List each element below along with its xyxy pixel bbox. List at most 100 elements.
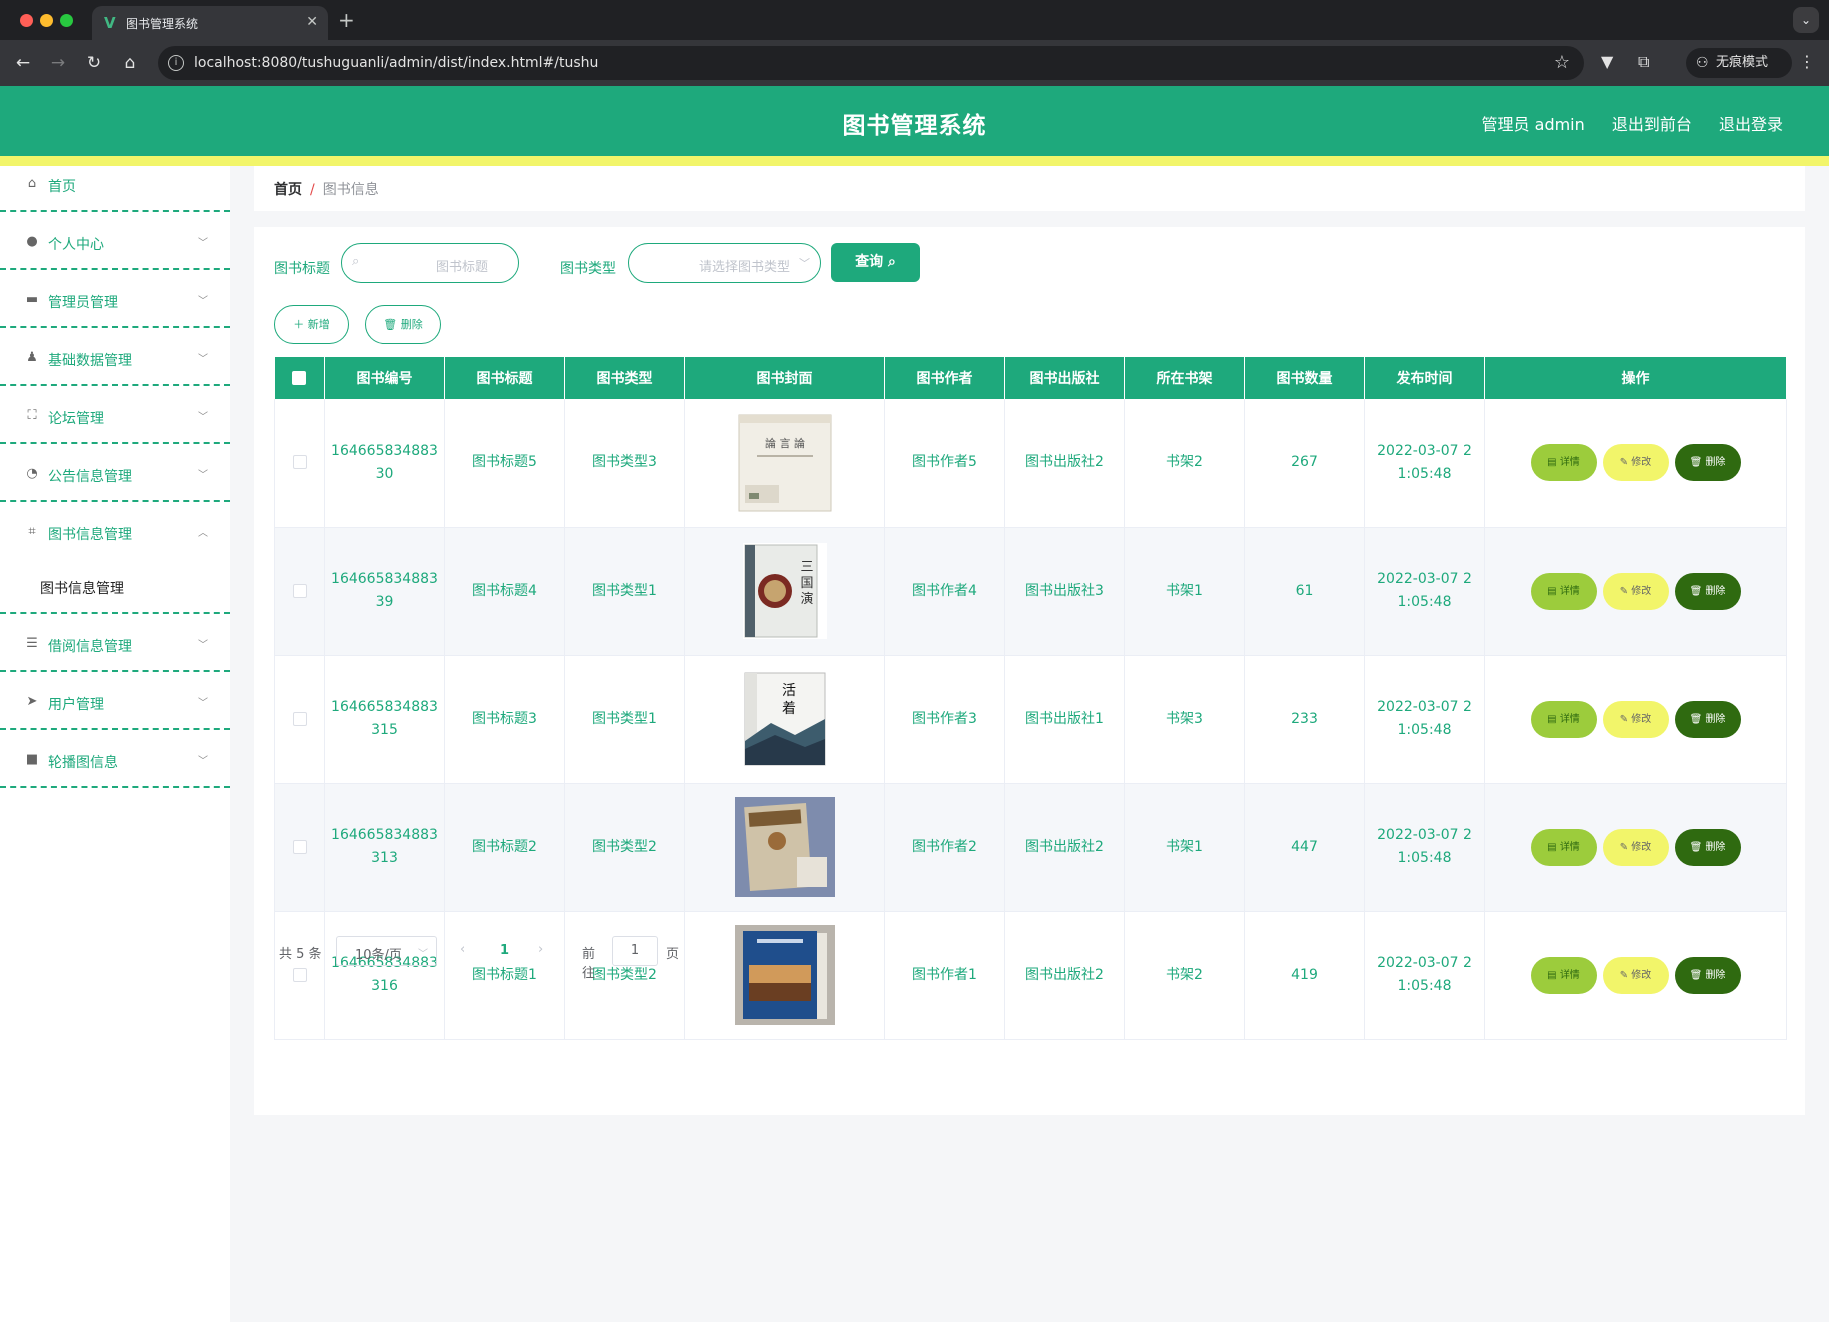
search-icon: ⌕ [888, 254, 896, 270]
bookmark-star-icon[interactable]: ☆ [1554, 52, 1570, 73]
query-button[interactable]: 查询 ⌕ [831, 243, 920, 282]
column-header: 图书封面 [684, 357, 885, 399]
type-select[interactable]: 请选择图书类型 ﹀ [628, 243, 821, 283]
sidebar-item-base-data[interactable]: ♟ 基础数据管理 ﹀ [0, 328, 230, 386]
main-panel: 图书标题 ⌕ 图书标题 图书类型 请选择图书类型 ﹀ 查询 ⌕ ＋ 新增 🗑 删… [254, 227, 1805, 1115]
batch-delete-button[interactable]: 🗑 删除 [365, 305, 441, 344]
edit-button[interactable]: ✎ 修改 [1602, 700, 1669, 738]
row-checkbox[interactable] [292, 839, 307, 854]
edit-label: 修改 [1631, 969, 1652, 981]
browser-tab[interactable]: V 图书管理系统 ✕ [92, 6, 328, 40]
vue-devtools-icon[interactable]: ▼ [1601, 52, 1613, 71]
detail-button[interactable]: ▤ 详情 [1530, 700, 1597, 738]
publish-time-line1: 2022-03-07 2 [1377, 955, 1472, 971]
sidebar: ⌂ 首页 ● 个人中心 ﹀ ▬ 管理员管理 ﹀ ♟ 基础数据管理 ﹀ ⛶ 论坛管… [0, 166, 230, 1322]
add-label: 新增 [307, 318, 330, 331]
incognito-badge[interactable]: ⚇ 无痕模式 [1686, 48, 1792, 78]
delete-button[interactable]: 🗑 删除 [1674, 700, 1741, 738]
home-button-icon[interactable]: ⌂ [119, 52, 141, 74]
pencil-icon: ✎ [1619, 585, 1632, 597]
detail-button[interactable]: ▤ 详情 [1530, 828, 1597, 866]
address-url[interactable]: localhost:8080/tushuguanli/admin/dist/in… [194, 55, 598, 71]
edit-button[interactable]: ✎ 修改 [1602, 956, 1669, 994]
forward-icon[interactable]: → [47, 52, 69, 74]
fullscreen-icon: ⛶ [27, 408, 37, 423]
trash-icon: 🗑 [1689, 457, 1706, 469]
book-id-line1: 164665834883 [331, 699, 438, 715]
edit-button[interactable]: ✎ 修改 [1602, 828, 1669, 866]
edit-label: 修改 [1631, 457, 1652, 469]
sidebar-item-personal-center[interactable]: ● 个人中心 ﹀ [0, 212, 230, 270]
prev-page-icon[interactable]: ‹ [460, 942, 465, 957]
book-id-line1: 164665834883 [331, 442, 438, 459]
next-page-icon[interactable]: › [538, 942, 543, 957]
delete-button[interactable]: 🗑 删除 [1674, 956, 1741, 994]
admin-user-link[interactable]: 管理员 admin [1482, 115, 1585, 134]
sidebar-item-book-info[interactable]: ⌗ 图书信息管理 ︿ [0, 502, 230, 558]
book-cover-image[interactable]: 活着 [735, 669, 835, 769]
sidebar-subitem-book-info[interactable]: 图书信息管理 [0, 558, 230, 614]
delete-button[interactable]: 🗑 删除 [1674, 828, 1741, 866]
logout-link[interactable]: 退出登录 [1719, 115, 1783, 134]
sidebar-item-admin-manage[interactable]: ▬ 管理员管理 ﹀ [0, 270, 230, 328]
book-press-cell: 图书出版社2 [1004, 399, 1125, 528]
select-all-checkbox[interactable] [292, 371, 307, 385]
book-cover-image[interactable]: 三国演 [735, 541, 835, 641]
new-tab-button[interactable]: + [338, 8, 355, 32]
detail-button[interactable]: ▤ 详情 [1530, 956, 1597, 994]
row-checkbox[interactable] [292, 711, 307, 726]
delete-button[interactable]: 🗑 删除 [1674, 572, 1741, 610]
goto-page-input[interactable]: 1 [612, 936, 658, 966]
sidebar-item-notice[interactable]: ◔ 公告信息管理 ﹀ [0, 444, 230, 502]
sidebar-item-forum[interactable]: ⛶ 论坛管理 ﹀ [0, 386, 230, 444]
breadcrumb-separator: / [310, 182, 315, 198]
header-stripe [0, 156, 1829, 166]
site-info-icon[interactable]: i [168, 55, 184, 71]
row-checkbox[interactable] [292, 583, 307, 598]
detail-button[interactable]: ▤ 详情 [1530, 572, 1597, 610]
column-header: 所在书架 [1124, 357, 1245, 399]
back-icon[interactable]: ← [12, 52, 34, 74]
browser-menu-icon[interactable]: ⋮ [1799, 52, 1815, 71]
book-author-cell: 图书作者1 [884, 911, 1005, 1040]
tab-close-icon[interactable]: ✕ [306, 14, 318, 30]
book-cover-cell [684, 783, 885, 912]
window-close-button[interactable] [20, 14, 33, 27]
delete-label: 删除 [1705, 841, 1726, 853]
edit-button[interactable]: ✎ 修改 [1602, 572, 1669, 610]
reload-icon[interactable]: ↻ [83, 52, 105, 74]
book-type-cell: 图书类型3 [564, 399, 685, 528]
row-checkbox[interactable] [292, 455, 307, 470]
select-all-header[interactable] [274, 357, 325, 399]
window-maximize-button[interactable] [60, 14, 73, 27]
tab-search-button[interactable]: ⌄ [1793, 7, 1819, 33]
sidebar-item-borrow[interactable]: ☰ 借阅信息管理 ﹀ [0, 614, 230, 672]
detail-button[interactable]: ▤ 详情 [1530, 444, 1597, 482]
user-icon: ● [26, 234, 38, 249]
sidebar-item-label: 轮播图信息 [48, 755, 118, 771]
book-cover-image[interactable] [734, 925, 835, 1025]
sidebar-item-carousel[interactable]: ■ 轮播图信息 ﹀ [0, 730, 230, 788]
page-size-select[interactable]: 10条/页 ﹀ [336, 936, 437, 966]
edit-button[interactable]: ✎ 修改 [1602, 444, 1669, 482]
book-cover-cell: 活着 [684, 655, 885, 784]
sidebar-item-user-manage[interactable]: ➤ 用户管理 ﹀ [0, 672, 230, 730]
row-checkbox[interactable] [292, 967, 307, 982]
window-minimize-button[interactable] [40, 14, 53, 27]
breadcrumb-home[interactable]: 首页 [274, 182, 302, 198]
add-button[interactable]: ＋ 新增 [274, 305, 349, 344]
title-search-input[interactable]: ⌕ 图书标题 [341, 243, 519, 283]
publish-time-line1: 2022-03-07 2 [1377, 442, 1472, 459]
publish-time-line2: 1:05:48 [1397, 850, 1452, 866]
book-cover-image[interactable]: 論 言 論 [735, 413, 835, 513]
book-cover-image[interactable] [734, 797, 835, 897]
sidebar-item-home[interactable]: ⌂ 首页 [0, 166, 230, 212]
address-bar[interactable]: i localhost:8080/tushuguanli/admin/dist/… [158, 46, 1584, 80]
extensions-icon[interactable]: ⧉ [1638, 52, 1649, 72]
page-size-value: 10条/页 [355, 948, 402, 963]
book-title-cell: 图书标题5 [444, 399, 565, 528]
chevron-down-icon: ﹀ [198, 640, 208, 651]
back-to-front-link[interactable]: 退出到前台 [1612, 115, 1692, 134]
delete-button[interactable]: 🗑 删除 [1674, 444, 1741, 482]
page-number-current[interactable]: 1 [500, 943, 509, 958]
